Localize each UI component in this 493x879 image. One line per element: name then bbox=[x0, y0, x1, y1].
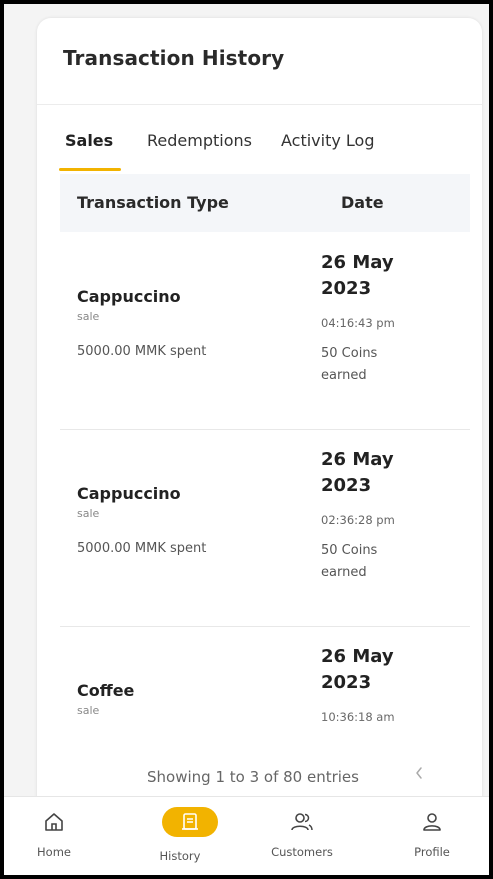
home-icon bbox=[4, 811, 104, 835]
tab-sales[interactable]: Sales bbox=[65, 131, 113, 150]
active-tab-indicator bbox=[59, 168, 121, 171]
card-title: Transaction History bbox=[63, 46, 285, 70]
nav-history[interactable]: History bbox=[130, 797, 230, 875]
nav-label-customers: Customers bbox=[271, 845, 333, 859]
date-year: 2023 bbox=[321, 672, 372, 693]
column-header-date: Date bbox=[341, 193, 384, 212]
users-icon bbox=[252, 811, 352, 835]
coins-earned-line1: 50 Coins bbox=[321, 543, 378, 558]
table-row[interactable]: Cappuccino sale 5000.00 MMK spent 26 May… bbox=[60, 232, 470, 430]
date-year: 2023 bbox=[321, 278, 372, 299]
date-day: 26 May bbox=[321, 646, 394, 667]
table-row[interactable]: Cappuccino sale 5000.00 MMK spent 26 May… bbox=[60, 429, 470, 627]
amount-spent: 5000.00 MMK spent bbox=[77, 344, 207, 359]
transaction-type: sale bbox=[77, 507, 100, 520]
nav-customers[interactable]: Customers bbox=[252, 797, 352, 875]
date-day: 26 May bbox=[321, 449, 394, 470]
column-header-transaction-type: Transaction Type bbox=[77, 193, 229, 212]
user-icon bbox=[382, 811, 482, 835]
date-year: 2023 bbox=[321, 475, 372, 496]
transaction-type: sale bbox=[77, 310, 100, 323]
chevron-left-icon[interactable] bbox=[409, 765, 429, 787]
nav-label-profile: Profile bbox=[414, 845, 450, 859]
time-text: 04:16:43 pm bbox=[321, 316, 395, 330]
coins-earned: 50 Coins earned bbox=[321, 343, 401, 387]
app-screen: Transaction History Sales Redemptions Ac… bbox=[4, 4, 489, 875]
transaction-history-card: Transaction History Sales Redemptions Ac… bbox=[37, 18, 482, 848]
item-name: Cappuccino bbox=[77, 484, 181, 503]
time-text: 02:36:28 pm bbox=[321, 513, 395, 527]
amount-spent: 5000.00 MMK spent bbox=[77, 541, 207, 556]
table-header: Transaction Type Date bbox=[60, 174, 470, 232]
scroll-fade bbox=[37, 718, 482, 758]
item-name: Coffee bbox=[77, 681, 135, 700]
item-name: Cappuccino bbox=[77, 287, 181, 306]
coins-earned-line1: 50 Coins bbox=[321, 346, 378, 361]
nav-home[interactable]: Home bbox=[4, 797, 104, 875]
date-day: 26 May bbox=[321, 252, 394, 273]
bottom-navigation: Home History Customers Profile bbox=[4, 796, 489, 875]
nav-profile[interactable]: Profile bbox=[382, 797, 482, 875]
transaction-type: sale bbox=[77, 704, 100, 717]
coins-earned-line2: earned bbox=[321, 565, 367, 580]
coins-earned-line2: earned bbox=[321, 368, 367, 383]
active-nav-pill bbox=[162, 807, 218, 837]
receipt-icon bbox=[182, 813, 198, 830]
date-text: 26 May 2023 bbox=[321, 644, 431, 696]
title-divider bbox=[37, 104, 482, 105]
tab-activity-log[interactable]: Activity Log bbox=[281, 131, 375, 150]
date-text: 26 May 2023 bbox=[321, 447, 431, 499]
pagination-summary: Showing 1 to 3 of 80 entries bbox=[147, 768, 359, 786]
coins-earned: 50 Coins earned bbox=[321, 540, 401, 584]
date-text: 26 May 2023 bbox=[321, 250, 431, 302]
nav-label-history: History bbox=[159, 849, 201, 863]
nav-label-home: Home bbox=[37, 845, 71, 859]
tab-redemptions[interactable]: Redemptions bbox=[147, 131, 252, 150]
